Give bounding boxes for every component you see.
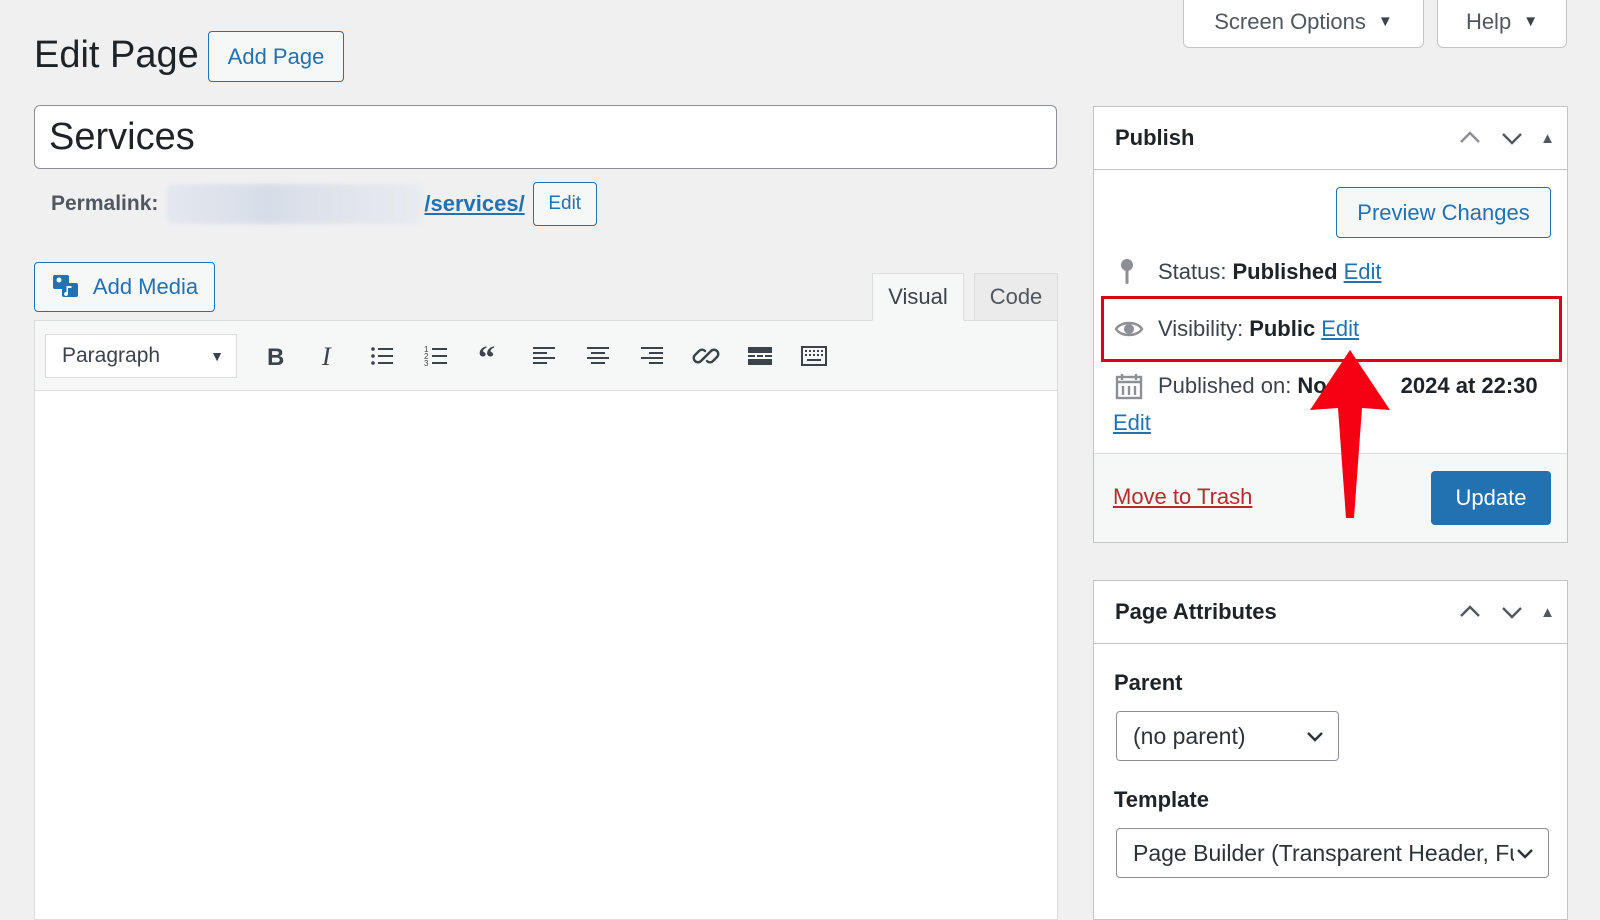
publish-heading: Publish bbox=[1115, 125, 1195, 150]
parent-select-value: (no parent) bbox=[1133, 722, 1246, 749]
blockquote-button[interactable]: “ bbox=[463, 334, 517, 378]
permalink-edit-button[interactable]: Edit bbox=[532, 182, 597, 226]
permalink-link[interactable]: /services/ bbox=[424, 191, 524, 217]
template-select-value: Page Builder (Transparent Header, Full W… bbox=[1133, 839, 1514, 866]
triangle-down-icon: ▼ bbox=[1523, 13, 1539, 30]
bullet-list-button[interactable] bbox=[355, 334, 409, 378]
toolbar-toggle-button[interactable] bbox=[787, 334, 841, 378]
template-label: Template bbox=[1114, 787, 1209, 812]
chevron-down-icon[interactable] bbox=[1498, 598, 1526, 626]
tab-visual[interactable]: Visual bbox=[872, 273, 964, 321]
bold-icon: B bbox=[267, 344, 284, 370]
move-to-trash-link[interactable]: Move to Trash bbox=[1113, 484, 1252, 510]
keyboard-icon bbox=[801, 345, 827, 366]
svg-text:3: 3 bbox=[424, 359, 429, 368]
numbered-list-button[interactable]: 1 2 3 bbox=[409, 334, 463, 378]
read-more-icon bbox=[748, 346, 772, 365]
published-on-edit-link[interactable]: Edit bbox=[1113, 410, 1151, 436]
published-on-date-end: 2024 at 22:30 bbox=[1400, 373, 1538, 398]
update-button[interactable]: Update bbox=[1431, 471, 1551, 525]
chevron-down-icon bbox=[1517, 849, 1533, 859]
box-handles: ▲ bbox=[1456, 598, 1555, 626]
published-on-label: Published on: bbox=[1158, 373, 1292, 398]
permalink-label: Permalink: bbox=[51, 192, 159, 215]
align-left-icon bbox=[533, 346, 555, 364]
permalink-domain-blurred bbox=[166, 184, 423, 224]
media-icon bbox=[52, 275, 78, 297]
svg-text:“: “ bbox=[478, 342, 495, 370]
template-select[interactable]: Page Builder (Transparent Header, Full W… bbox=[1116, 828, 1549, 878]
screen-options-button[interactable]: Screen Options ▼ bbox=[1183, 0, 1424, 48]
triangle-down-icon: ▼ bbox=[210, 347, 224, 364]
status-label: Status: bbox=[1158, 259, 1227, 284]
status-row: Status: Published Edit bbox=[1114, 257, 1382, 287]
align-right-button[interactable] bbox=[625, 334, 679, 378]
permalink: Permalink: /services/ Edit bbox=[51, 182, 597, 226]
collapse-icon[interactable]: ▲ bbox=[1540, 604, 1555, 621]
content-editor[interactable]: Paragraph ▼ B I 1 2 3 “ bbox=[34, 320, 1058, 920]
add-media-button[interactable]: Add Media bbox=[34, 262, 215, 312]
align-left-button[interactable] bbox=[517, 334, 571, 378]
status-value: Published bbox=[1232, 259, 1338, 284]
bullet-list-icon bbox=[371, 346, 393, 365]
chevron-down-icon bbox=[1307, 732, 1323, 742]
box-handles: ▲ bbox=[1456, 124, 1555, 152]
help-button[interactable]: Help ▼ bbox=[1437, 0, 1567, 48]
help-label: Help bbox=[1465, 8, 1512, 34]
page-attributes-header: Page Attributes ▲ bbox=[1094, 581, 1567, 644]
editor-toolbar: Paragraph ▼ B I 1 2 3 “ bbox=[35, 321, 1057, 391]
triangle-down-icon: ▼ bbox=[1377, 13, 1393, 30]
parent-label: Parent bbox=[1114, 670, 1183, 695]
pin-icon bbox=[1121, 259, 1133, 284]
chevron-up-icon[interactable] bbox=[1456, 598, 1484, 626]
italic-icon: I bbox=[321, 342, 332, 370]
parent-select[interactable]: (no parent) bbox=[1116, 711, 1339, 761]
page-attributes-heading: Page Attributes bbox=[1115, 599, 1277, 624]
tab-code[interactable]: Code bbox=[974, 273, 1058, 321]
page-title: Edit Page bbox=[34, 34, 199, 76]
align-center-button[interactable] bbox=[571, 334, 625, 378]
svg-text:B: B bbox=[267, 344, 284, 370]
chevron-down-icon[interactable] bbox=[1498, 124, 1526, 152]
link-icon bbox=[692, 348, 720, 363]
arrow-icon bbox=[1310, 350, 1390, 518]
italic-button[interactable]: I bbox=[301, 334, 355, 378]
status-edit-link[interactable]: Edit bbox=[1344, 259, 1382, 285]
post-title-input[interactable]: Services bbox=[34, 105, 1057, 169]
align-center-icon bbox=[587, 346, 609, 364]
bold-button[interactable]: B bbox=[247, 334, 301, 378]
collapse-icon[interactable]: ▲ bbox=[1540, 130, 1555, 147]
insert-link-button[interactable] bbox=[679, 334, 733, 378]
format-select-value: Paragraph bbox=[62, 343, 161, 367]
add-media-label: Add Media bbox=[92, 274, 199, 299]
calendar-icon bbox=[1115, 374, 1143, 400]
read-more-button[interactable] bbox=[733, 334, 787, 378]
preview-changes-button[interactable]: Preview Changes bbox=[1336, 187, 1551, 238]
publish-box-header: Publish ▲ bbox=[1094, 107, 1567, 170]
format-select[interactable]: Paragraph ▼ bbox=[45, 333, 237, 378]
chevron-up-icon[interactable] bbox=[1456, 124, 1484, 152]
svg-text:I: I bbox=[321, 342, 332, 370]
screen-options-label: Screen Options bbox=[1214, 8, 1366, 34]
blockquote-icon: “ bbox=[478, 342, 495, 370]
add-page-button[interactable]: Add Page bbox=[208, 31, 344, 82]
numbered-list-icon: 1 2 3 bbox=[424, 345, 447, 368]
align-right-icon bbox=[641, 346, 663, 364]
